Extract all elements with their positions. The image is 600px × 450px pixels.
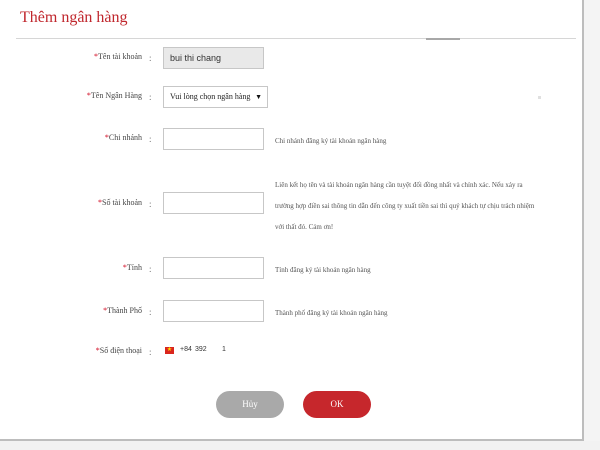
phone-country-code: +84: [180, 346, 192, 353]
phone-number: 392: [195, 346, 207, 353]
vietnam-flag-icon: ★: [165, 347, 174, 354]
title-divider: [16, 38, 576, 39]
bank-name-label-text: Tên Ngân Hàng: [90, 91, 142, 100]
account-number-input[interactable]: [163, 192, 264, 214]
phone-label-text: Số điện thoại: [99, 346, 142, 355]
colon: :: [149, 264, 152, 274]
account-number-label: *Số tài khoản: [72, 198, 142, 207]
colon: :: [149, 199, 152, 209]
branch-label-text: Chi nhánh: [108, 133, 142, 142]
city-input[interactable]: [163, 300, 264, 322]
colon: :: [149, 347, 152, 357]
colon: :: [149, 134, 152, 144]
colon: :: [149, 92, 152, 102]
province-input[interactable]: [163, 257, 264, 279]
colon: :: [149, 53, 152, 63]
window-right-gutter: [584, 0, 600, 450]
scroll-indicator: [426, 38, 460, 40]
province-label: *Tỉnh: [72, 263, 142, 272]
decorative-speck: [538, 96, 541, 99]
bank-name-label: *Tên Ngân Hàng: [72, 91, 142, 100]
phone-suffix: 1: [222, 346, 226, 353]
province-label-text: Tỉnh: [126, 263, 142, 272]
account-name-label: *Tên tài khoản: [72, 52, 142, 61]
province-help: Tỉnh đăng ký tài khoản ngân hàng: [275, 266, 371, 274]
colon: :: [149, 307, 152, 317]
account-number-label-text: Số tài khoản: [102, 198, 142, 207]
branch-help: Chi nhánh đăng ký tài khoản ngân hàng: [275, 137, 387, 145]
phone-label: *Số điện thoại: [72, 346, 142, 355]
bank-select-value: Vui lòng chọn ngân hàng: [170, 92, 251, 101]
chevron-down-icon: ▼: [255, 93, 262, 101]
window-bottom-strip: [0, 441, 600, 450]
cancel-button[interactable]: Hủy: [216, 391, 284, 418]
city-label: *Thành Phố: [72, 306, 142, 315]
bank-select[interactable]: Vui lòng chọn ngân hàng ▼: [163, 86, 268, 108]
account-number-help: Liên kết họ tên và tài khoản ngân hàng c…: [275, 181, 535, 231]
account-name-label-text: Tên tài khoản: [98, 52, 142, 61]
branch-input[interactable]: [163, 128, 264, 150]
account-name-field[interactable]: bui thi chang: [163, 47, 264, 69]
ok-button[interactable]: OK: [303, 391, 371, 418]
city-help: Thành phố đăng ký tài khoản ngân hàng: [275, 309, 388, 317]
branch-label: *Chi nhánh: [72, 133, 142, 142]
dialog-title: Thêm ngân hàng: [20, 9, 128, 26]
city-label-text: Thành Phố: [107, 306, 142, 315]
